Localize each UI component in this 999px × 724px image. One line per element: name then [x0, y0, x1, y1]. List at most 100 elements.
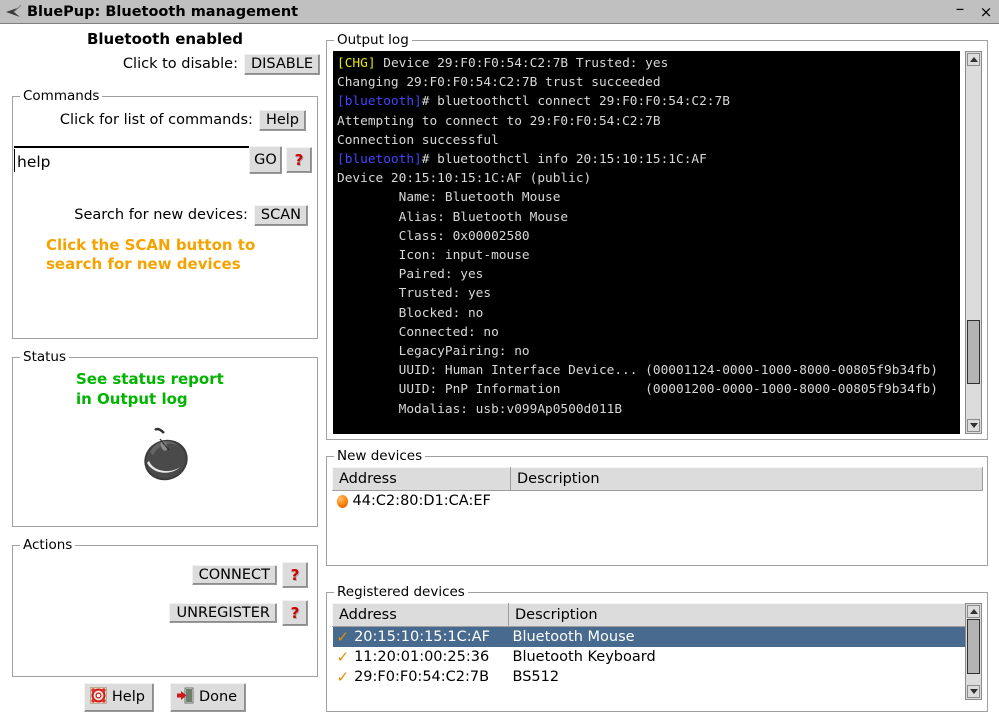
commands-help-button[interactable]: Help [258, 110, 306, 131]
commands-help-row: Click for list of commands: Help [12, 110, 306, 131]
scroll-down-arrow[interactable] [967, 685, 980, 698]
scroll-up-arrow[interactable] [967, 53, 980, 66]
scan-hint-line1: Click the SCAN button to [46, 236, 256, 254]
scan-label: Search for new devices: [74, 207, 248, 224]
output-log-area[interactable]: [CHG] Device 29:F0:F0:54:C2:7B Trusted: … [333, 51, 960, 434]
application-window: BluePup: Bluetooth management – × Blueto… [0, 0, 999, 724]
log-line-text: Paired: yes [398, 267, 484, 283]
scroll-up-arrow[interactable] [967, 605, 980, 618]
commands-help-label: Click for list of commands: [59, 112, 253, 129]
registered-device-description-cell: Bluetooth Mouse [508, 626, 966, 647]
log-line-text: Class: 0x00002580 [398, 228, 530, 244]
new-device-address-cell: 44:C2:80:D1:CA:EF [333, 491, 511, 512]
registered-devices-body: ✓ 20:15:10:15:1C:AF Bluetooth Mouse ✓ 11:20:… [332, 626, 966, 688]
new-device-column-header[interactable]: Address [332, 467, 511, 491]
log-line-prefix: [CHG] [337, 56, 376, 71]
check-icon: ✓ [336, 667, 350, 686]
scan-hint-line2: search for new devices [46, 254, 241, 273]
log-line-text: Blocked: no [398, 305, 484, 321]
disable-label: Click to disable: [122, 56, 238, 73]
log-line-text: UUID: Human Interface Device... (0000112… [398, 363, 938, 379]
registered-device-address-cell: ✓ 11:20:01:00:25:36 [333, 647, 509, 667]
command-help-icon-button[interactable]: ? [286, 147, 312, 173]
actions-legend: Actions [20, 537, 76, 553]
status-legend: Status [20, 349, 70, 365]
new-devices-header-row: Address Description [332, 467, 983, 491]
bluetooth-state-label: Bluetooth enabled [86, 30, 244, 48]
new-device-column-header[interactable]: Description [510, 467, 983, 491]
registered-device-column-header[interactable]: Address [332, 603, 509, 627]
log-line-text: Name: Bluetooth Mouse [398, 190, 561, 206]
new-devices-table[interactable]: Address Description 44:C2:80:D1:CA:EF [332, 467, 983, 511]
scan-button[interactable]: SCAN [253, 205, 308, 226]
footer-help-button[interactable]: Help [83, 683, 154, 712]
status-message-line2: in Output log [76, 389, 188, 408]
log-line-text: Attempting to connect to 29:F0:F0:54:C2:… [337, 113, 661, 129]
go-button[interactable]: GO [249, 146, 282, 174]
table-row[interactable]: ✓ 20:15:10:15:1C:AF Bluetooth Mouse [332, 626, 966, 647]
scan-hint: Click the SCAN button to search for new … [46, 236, 296, 274]
registered-devices-header-row: Address Description [332, 603, 966, 627]
unregister-help-icon-button[interactable]: ? [282, 600, 308, 626]
scroll-thumb[interactable] [967, 619, 980, 674]
status-message: See status report in Output log [76, 370, 224, 409]
connect-help-icon-button[interactable]: ? [282, 562, 308, 588]
title-bar: BluePup: Bluetooth management – × [0, 0, 999, 24]
footer-buttons: Help Done [0, 683, 330, 712]
command-entry-wrapper[interactable] [14, 146, 249, 176]
scan-row: Search for new devices: SCAN [12, 205, 308, 226]
registered-devices-scrollbar[interactable] [965, 603, 982, 700]
scroll-down-arrow[interactable] [967, 419, 980, 432]
computer-mouse-icon [133, 425, 197, 491]
minimize-button[interactable]: – [947, 0, 973, 23]
window-title: BluePup: Bluetooth management [27, 3, 299, 20]
log-line-text: Connection successful [337, 132, 499, 148]
footer-done-button[interactable]: Done [169, 683, 247, 712]
unregister-row: UNREGISTER ? [12, 600, 308, 626]
commands-legend: Commands [20, 88, 103, 104]
new-device-description-cell [511, 491, 983, 512]
disable-row: Click to disable: DISABLE [0, 54, 320, 75]
disable-button[interactable]: DISABLE [243, 54, 320, 75]
text-caret [14, 149, 15, 172]
log-line-prefix: [bluetooth] [337, 152, 422, 168]
table-row[interactable]: ✓ 11:20:01:00:25:36 Bluetooth Keyboard [333, 647, 966, 667]
lifebuoy-icon [89, 687, 107, 708]
log-line-text: Device 29:F0:F0:54:C2:7B Trusted: yes [383, 56, 669, 71]
table-row[interactable]: ✓ 29:F0:F0:54:C2:7B BS512 [333, 667, 966, 687]
question-mark-icon: ? [290, 565, 300, 584]
table-row[interactable]: 44:C2:80:D1:CA:EF [333, 491, 983, 512]
check-icon: ✓ [336, 647, 350, 666]
footer-done-label: Done [198, 689, 238, 705]
log-line-text: Device 20:15:10:15:1C:AF (public) [337, 171, 592, 187]
connect-row: CONNECT ? [12, 562, 308, 588]
orange-ball-icon [336, 494, 348, 508]
registered-device-description-cell: Bluetooth Keyboard [512, 649, 656, 665]
question-mark-icon: ? [290, 603, 300, 622]
status-message-line1: See status report [76, 370, 224, 388]
log-line-text: Connected: no [398, 324, 499, 340]
registered-device-address-cell: ✓ 20:15:10:15:1C:AF [332, 626, 509, 647]
connect-button[interactable]: CONNECT [191, 564, 277, 586]
registered-devices-legend: Registered devices [334, 584, 468, 600]
footer-help-label: Help [111, 689, 145, 705]
unregister-button[interactable]: UNREGISTER [169, 602, 277, 624]
registered-devices-frame: Registered devices Address Description ✓ 2… [326, 584, 988, 712]
registered-device-column-header[interactable]: Description [508, 603, 966, 627]
new-device-address-text: 44:C2:80:D1:CA:EF [352, 493, 491, 509]
log-line-text: # bluetoothctl connect 29:F0:F0:54:C2:7B [421, 94, 730, 110]
registered-devices-table[interactable]: Address Description ✓ 20:15:10:15:1C:AF Blu… [332, 603, 966, 687]
output-log-legend: Output log [334, 32, 412, 48]
log-line-text: Alias: Bluetooth Mouse [398, 209, 569, 225]
output-log-text: [CHG] Device 29:F0:F0:54:C2:7B Trusted: … [337, 54, 960, 419]
new-devices-legend: New devices [334, 448, 426, 464]
command-input[interactable] [14, 148, 249, 176]
log-line-text: Trusted: yes [398, 286, 492, 302]
output-log-scrollbar[interactable] [965, 51, 982, 434]
close-button[interactable]: × [973, 1, 999, 23]
log-line-prefix: [bluetooth] [337, 94, 422, 110]
scroll-thumb[interactable] [967, 319, 980, 384]
output-log-frame: Output log [CHG] Device 29:F0:F0:54:C2:7… [326, 32, 988, 440]
registered-device-address-cell: ✓ 29:F0:F0:54:C2:7B [333, 667, 509, 687]
log-line-text: # bluetoothctl info 20:15:10:15:1C:AF [421, 152, 707, 168]
